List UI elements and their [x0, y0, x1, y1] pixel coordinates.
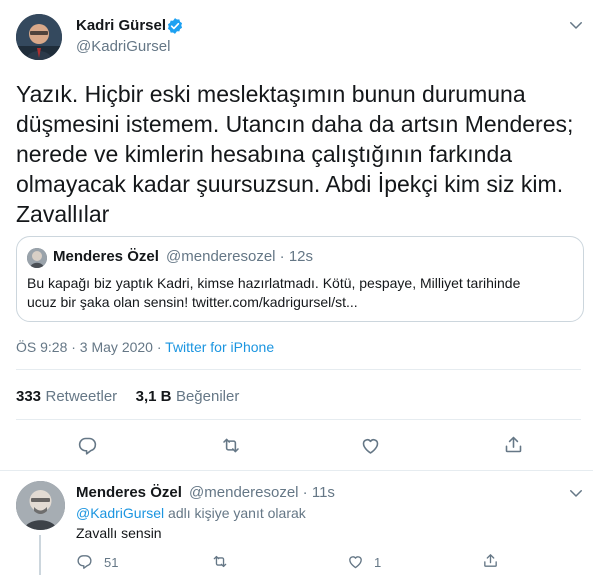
quoted-separator: · [279, 248, 285, 265]
retweet-icon[interactable] [220, 435, 242, 456]
reply-time[interactable]: 11s [312, 484, 335, 501]
quoted-text-line: Bu kapağı biz yaptık Kadri, kimse hazırl… [27, 275, 521, 291]
verified-badge-icon [166, 17, 184, 35]
share-icon[interactable] [503, 434, 524, 455]
reply-text: Zavallı sensin [76, 525, 162, 541]
quoted-author-name: Menderes Özel [53, 248, 159, 265]
tweet-source[interactable]: Twitter for iPhone [165, 339, 274, 355]
reply-author-avatar[interactable] [16, 481, 65, 530]
reply-header: Menderes Özel @menderesozel · 11s [76, 484, 335, 501]
divider [16, 419, 581, 420]
reply-retweet-icon[interactable] [211, 553, 229, 570]
retweets-label: Retweetler [45, 388, 118, 405]
divider [16, 369, 581, 370]
divider [0, 470, 593, 471]
tweet-text-line: olmayacak kadar şuursuzsun. Abdi İpekçi … [16, 171, 564, 197]
tweet-stats: 333 Retweetler 3,1 B Beğeniler [16, 388, 239, 406]
reply-replies-count: 51 [104, 555, 119, 570]
quoted-time: 12s [288, 248, 314, 265]
tweet-meta: ÖS 9:28 · 3 May 2020 · Twitter for iPhon… [16, 339, 274, 355]
quoted-tweet[interactable]: Menderes Özel @menderesozel · 12s Bu kap… [16, 236, 584, 322]
source-separator: · [156, 339, 162, 355]
reply-like-icon[interactable] [347, 553, 364, 570]
tweet-text-line: Yazık. Hiçbir eski meslektaşımın bunun d… [16, 81, 526, 107]
likes-label: Beğeniler [175, 388, 240, 405]
likes-stat[interactable]: 3,1 B Beğeniler [136, 388, 240, 405]
tweet-text-line: Zavallılar [16, 201, 110, 227]
reply-context: @KadriGursel adlı kişiye yanıt olarak [76, 505, 306, 521]
reply-to-handle[interactable]: @KadriGursel [76, 505, 164, 521]
reply-chevron-down-icon[interactable] [567, 484, 585, 502]
retweets-stat[interactable]: 333 Retweetler [16, 388, 122, 405]
quoted-author-avatar [27, 248, 47, 268]
quoted-header: Menderes Özel @menderesozel · 12s [53, 248, 313, 265]
quoted-author-handle: @menderesozel [166, 248, 276, 265]
reply-likes-count: 1 [374, 555, 382, 570]
reply-author-name[interactable]: Menderes Özel [76, 484, 182, 501]
tweet-timestamp[interactable]: ÖS 9:28 · 3 May 2020 [16, 339, 153, 355]
reply-icon[interactable] [77, 435, 98, 456]
chevron-down-icon[interactable] [567, 16, 585, 34]
tweet-text: Yazık. Hiçbir eski meslektaşımın bunun d… [16, 79, 586, 229]
author-avatar[interactable] [16, 14, 62, 60]
retweets-count: 333 [16, 388, 42, 405]
reply-reply-icon[interactable] [76, 553, 93, 570]
author-name[interactable]: Kadri Gürsel [76, 17, 166, 34]
quoted-text-line: ucuz bir şaka olan sensin! twitter.com/k… [27, 294, 358, 310]
quoted-text: Bu kapağı biz yaptık Kadri, kimse hazırl… [27, 274, 520, 312]
likes-count: 3,1 B [135, 388, 172, 405]
reply-share-icon[interactable] [482, 552, 499, 569]
reply-thread-line [39, 535, 41, 575]
like-icon[interactable] [360, 435, 381, 456]
reply-author-handle[interactable]: @menderesozel [189, 484, 298, 501]
reply-to-suffix: adlı kişiye yanıt olarak [168, 505, 306, 521]
author-handle[interactable]: @KadriGursel [76, 38, 170, 55]
tweet-text-line: nerede ve kimlerin hesabına çalıştığının… [16, 141, 513, 167]
reply-separator: · [302, 484, 308, 501]
tweet-text-line: düşmesini istemem. Utancın daha da artsı… [16, 111, 574, 137]
